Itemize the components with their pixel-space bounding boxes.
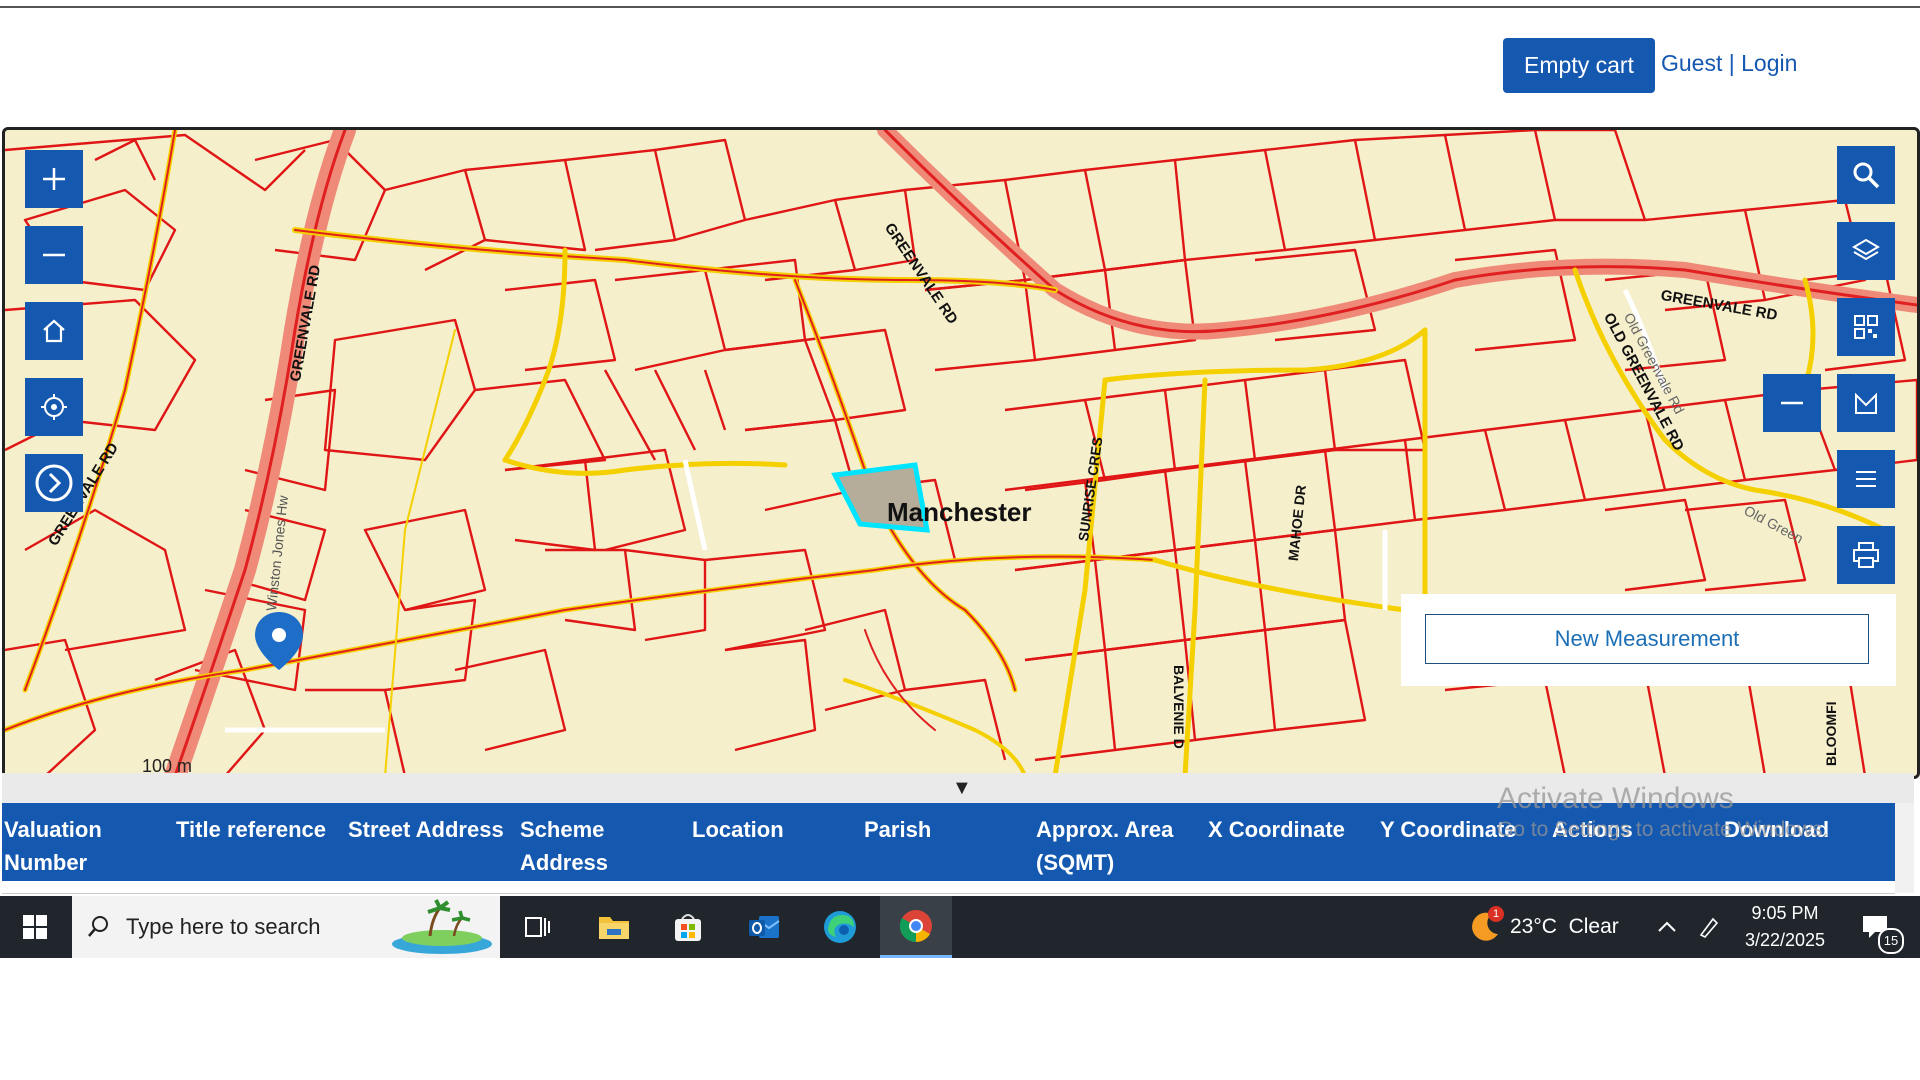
measure-icon (1855, 392, 1877, 414)
zoom-in-icon (43, 168, 65, 190)
weather-badge: 1 (1488, 906, 1504, 922)
map-view[interactable]: Manchester GREENVALE RD GREENVALE RD GRE… (2, 127, 1920, 779)
watermark-title: Activate Windows (1497, 782, 1734, 815)
layers-icon (1852, 238, 1880, 261)
chrome-button[interactable] (880, 896, 952, 958)
edge-button[interactable] (812, 896, 868, 958)
clock-time: 9:05 PM (1751, 903, 1819, 923)
chrome-icon (899, 909, 932, 942)
microsoft-store-button[interactable] (660, 896, 716, 958)
auth-links: Guest | Login (1661, 50, 1797, 77)
taskbar: Type here to search 1 23°C Clear 9:05 PM… (0, 896, 1920, 958)
file-explorer-button[interactable] (586, 896, 642, 958)
login-link[interactable]: Login (1741, 50, 1797, 76)
auth-separator: | (1722, 50, 1742, 76)
expand-panel-button[interactable] (25, 454, 83, 512)
minus-icon (1781, 401, 1803, 405)
column-header[interactable]: X Coordinate (1208, 813, 1368, 846)
print-button[interactable] (1837, 526, 1895, 584)
outlook-icon (749, 916, 780, 938)
store-icon (675, 914, 701, 941)
zoom-out-icon (43, 253, 65, 257)
clock[interactable]: 9:05 PM 3/22/2025 (1732, 896, 1838, 958)
chevron-down-icon[interactable]: ▼ (952, 777, 972, 800)
column-header[interactable]: Location (692, 813, 832, 846)
chevron-up-icon (1658, 921, 1676, 932)
notification-count: 15 (1878, 928, 1904, 954)
windows-icon (23, 915, 47, 939)
pen-icon (1699, 917, 1719, 938)
zoom-out-button[interactable] (25, 226, 83, 284)
column-header[interactable]: Title reference (176, 813, 336, 846)
zoom-in-button[interactable] (25, 150, 83, 208)
collapse-measure-button[interactable] (1763, 374, 1821, 432)
outlook-button[interactable] (736, 896, 792, 958)
home-icon (43, 319, 65, 343)
locate-button[interactable] (25, 378, 83, 436)
start-button[interactable] (0, 896, 70, 958)
table-row (2, 881, 1895, 894)
watermark-subtitle: Go to Settings to activate Windows. (1497, 818, 1829, 841)
clock-date: 3/22/2025 (1744, 930, 1826, 950)
empty-cart-button[interactable]: Empty cart (1503, 38, 1655, 93)
show-hidden-icons-button[interactable] (1652, 896, 1682, 958)
search-placeholder: Type here to search (126, 914, 321, 939)
column-header[interactable]: Approx. Area (SQMT) (1036, 813, 1196, 879)
qr-button[interactable] (1837, 298, 1895, 356)
guest-link[interactable]: Guest (1661, 50, 1722, 76)
edge-icon (824, 911, 856, 943)
qr-icon (1854, 315, 1878, 339)
measurement-panel: New Measurement (1401, 594, 1896, 686)
locate-icon (41, 394, 67, 420)
layers-button[interactable] (1837, 222, 1895, 280)
task-view-button[interactable] (510, 896, 566, 958)
chevron-right-icon (35, 464, 73, 502)
table-scrollbar[interactable] (1895, 803, 1914, 893)
new-measurement-button[interactable]: New Measurement (1425, 614, 1869, 664)
column-header[interactable]: Valuation Number (4, 813, 129, 879)
column-header[interactable]: Street Address (348, 813, 508, 846)
print-icon (1853, 542, 1879, 568)
column-header[interactable]: Scheme Address (520, 813, 630, 879)
legend-button[interactable] (1837, 450, 1895, 508)
top-divider (0, 6, 1920, 8)
search-icon (88, 916, 108, 937)
taskbar-search[interactable]: Type here to search (72, 896, 500, 958)
activate-windows-watermark: Activate Windows Go to Settings to activ… (1497, 782, 1829, 842)
weather-text: 23°C Clear (1510, 915, 1619, 938)
place-label: Manchester (887, 497, 1032, 527)
island-illustration-icon (392, 899, 492, 954)
search-icon (1853, 162, 1880, 189)
task-view-icon (525, 917, 550, 937)
list-icon (1856, 471, 1876, 487)
column-header[interactable]: Parish (864, 813, 1004, 846)
folder-icon (599, 917, 629, 939)
measure-button[interactable] (1837, 374, 1895, 432)
road-label: BLOOMFI (1823, 701, 1839, 766)
home-button[interactable] (25, 302, 83, 360)
notification-center-button[interactable]: 15 (1850, 896, 1904, 958)
pen-menu-button[interactable] (1692, 896, 1726, 958)
search-button[interactable] (1837, 146, 1895, 204)
road-label: BALVENIE D (1171, 665, 1187, 749)
